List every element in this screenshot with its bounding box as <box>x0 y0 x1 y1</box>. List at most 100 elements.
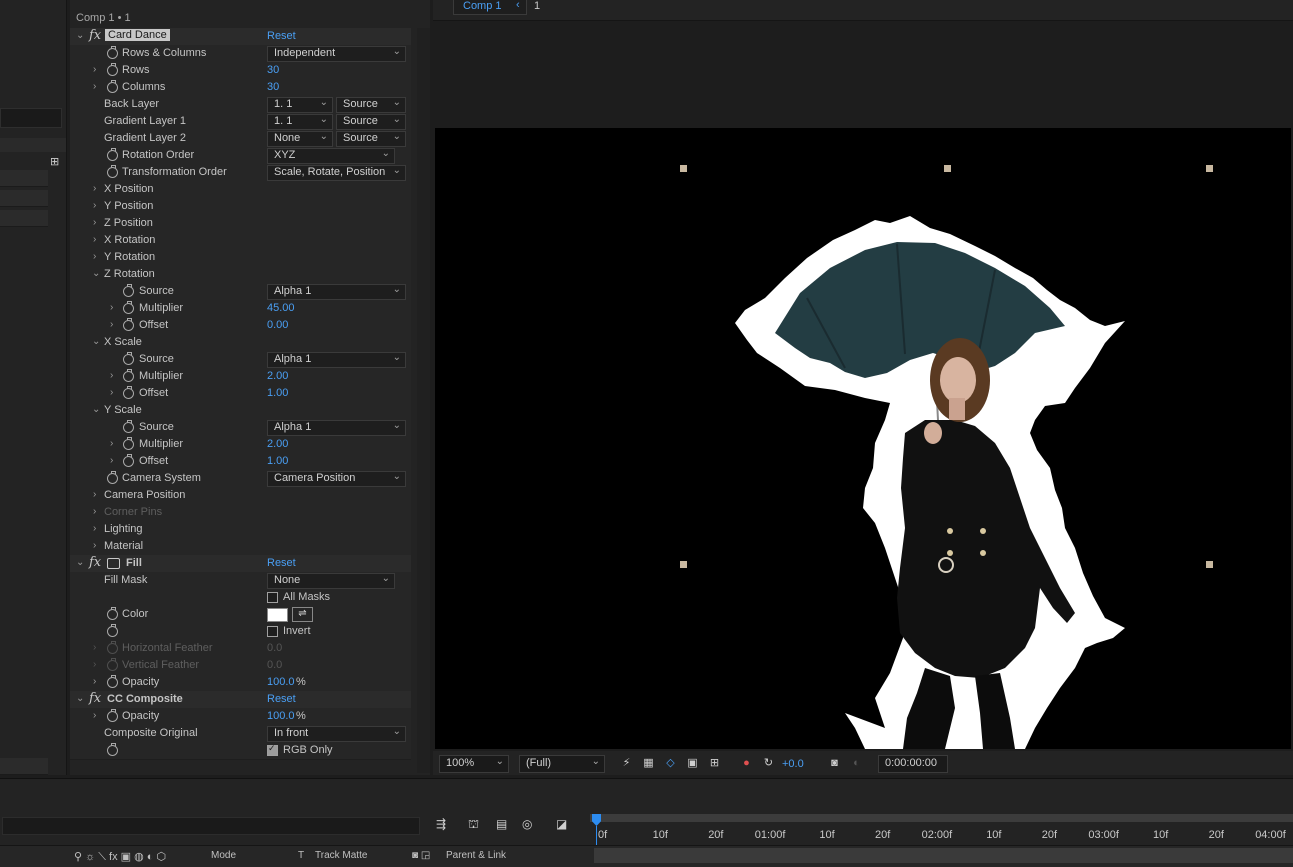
stopwatch-icon[interactable] <box>123 386 134 399</box>
exposure-value[interactable]: +0.0 <box>782 758 804 770</box>
motion-blur-icon[interactable]: ◪ <box>556 817 567 831</box>
invert-checkbox[interactable] <box>267 626 278 637</box>
transform-handle[interactable] <box>944 165 951 172</box>
stopwatch-icon[interactable] <box>123 437 134 450</box>
expand-chevron-icon[interactable]: › <box>93 659 96 670</box>
project-row[interactable] <box>0 170 48 187</box>
stopwatch-icon[interactable] <box>107 743 118 756</box>
expand-chevron-icon[interactable]: › <box>93 183 96 194</box>
stopwatch-icon[interactable] <box>123 420 134 433</box>
fx-icon[interactable]: fx <box>89 555 101 570</box>
resolution-dropdown[interactable]: (Full) ⌄ <box>519 755 605 773</box>
expand-chevron-icon[interactable]: › <box>110 455 113 466</box>
rows-columns-dropdown[interactable]: Independent ⌄ <box>267 46 406 62</box>
reset-button[interactable]: Reset <box>267 693 296 705</box>
collapse-chevron-icon[interactable]: ⌄ <box>76 693 84 704</box>
group-x-scale[interactable]: ⌄ X Scale <box>70 334 411 352</box>
composition-flowchart-icon[interactable]: ⇶ <box>436 817 446 831</box>
reset-button[interactable]: Reset <box>267 30 296 42</box>
stopwatch-icon[interactable] <box>107 675 118 688</box>
gradient-layer-2-dropdown[interactable]: None ⌄ <box>267 131 333 147</box>
group-z-position[interactable]: › Z Position <box>70 215 411 233</box>
expand-chevron-icon[interactable]: › <box>93 81 96 92</box>
x-scale-multiplier-value[interactable]: 2.00 <box>267 370 288 382</box>
stopwatch-icon[interactable] <box>107 63 118 76</box>
expand-chevron-icon[interactable]: › <box>110 370 113 381</box>
fill-mask-dropdown[interactable]: None ⌄ <box>267 573 395 589</box>
y-scale-offset-value[interactable]: 1.00 <box>267 455 288 467</box>
fill-opacity-value[interactable]: 100.0 <box>267 676 295 688</box>
collapse-chevron-icon[interactable]: ⌄ <box>76 30 84 41</box>
collapse-chevron-icon[interactable]: ⌄ <box>92 268 100 279</box>
z-rotation-offset-value[interactable]: 0.00 <box>267 319 288 331</box>
color-channels-icon[interactable]: ● <box>740 757 753 769</box>
expand-chevron-icon[interactable]: › <box>93 506 96 517</box>
transform-handle[interactable] <box>1206 561 1213 568</box>
stopwatch-icon[interactable] <box>123 369 134 382</box>
project-row[interactable] <box>0 210 48 227</box>
expand-chevron-icon[interactable]: › <box>93 540 96 551</box>
x-scale-offset-value[interactable]: 1.00 <box>267 387 288 399</box>
group-y-rotation[interactable]: › Y Rotation <box>70 249 411 267</box>
collapse-chevron-icon[interactable]: ⌄ <box>92 404 100 415</box>
group-corner-pins[interactable]: › Corner Pins <box>70 504 411 522</box>
effect-header-card-dance[interactable]: ⌄ fx Card Dance Reset <box>70 28 411 46</box>
collapse-chevron-icon[interactable]: ⌄ <box>76 557 84 568</box>
reset-button[interactable]: Reset <box>267 557 296 569</box>
solo-switch-icon[interactable]: ⚲ ☼ ⟍ fx ▣ ◍ ◐ ⬡ <box>74 850 166 864</box>
transform-handle[interactable] <box>680 165 687 172</box>
expand-chevron-icon[interactable]: › <box>110 387 113 398</box>
fx-icon[interactable]: fx <box>89 691 101 706</box>
rows-value[interactable]: 30 <box>267 64 279 76</box>
anchor-point-icon[interactable] <box>938 557 954 573</box>
zoom-dropdown[interactable]: 100% ⌄ <box>439 755 509 773</box>
effect-header-fill[interactable]: ⌄ fx Fill Reset <box>70 555 411 573</box>
grid-guides-icon[interactable]: ⊞ <box>708 757 721 769</box>
z-rotation-multiplier-value[interactable]: 45.00 <box>267 302 295 314</box>
stopwatch-icon[interactable] <box>107 148 118 161</box>
eyedropper-icon[interactable]: ⇌ <box>292 607 313 622</box>
collapse-chevron-icon[interactable]: ⌄ <box>92 336 100 347</box>
group-y-position[interactable]: › Y Position <box>70 198 411 216</box>
group-x-rotation[interactable]: › X Rotation <box>70 232 411 250</box>
columns-value[interactable]: 30 <box>267 81 279 93</box>
cc-opacity-value[interactable]: 100.0 <box>267 710 295 722</box>
transform-handle[interactable] <box>1206 165 1213 172</box>
show-snapshot-icon[interactable]: ◐ <box>850 757 863 769</box>
fx-icon[interactable]: fx <box>89 28 101 43</box>
stopwatch-icon[interactable] <box>123 454 134 467</box>
back-layer-dropdown[interactable]: 1. 1 ⌄ <box>267 97 333 113</box>
transparency-grid-icon[interactable]: ▦ <box>642 757 655 769</box>
composition-viewer[interactable] <box>435 128 1291 749</box>
expand-chevron-icon[interactable]: › <box>93 489 96 500</box>
group-z-rotation[interactable]: ⌄ Z Rotation <box>70 266 411 284</box>
group-material[interactable]: › Material <box>70 538 411 556</box>
group-x-position[interactable]: › X Position <box>70 181 411 199</box>
project-search-field[interactable] <box>0 108 62 128</box>
frame-blending-icon[interactable]: ◎ <box>522 817 532 831</box>
expand-chevron-icon[interactable]: › <box>93 251 96 262</box>
tab-comp-1[interactable]: Comp 1 ‹ <box>453 0 527 15</box>
rotation-order-dropdown[interactable]: XYZ ⌄ <box>267 148 395 164</box>
gradient-layer-1-source-dropdown[interactable]: Source ⌄ <box>336 114 406 130</box>
project-row[interactable] <box>0 758 48 775</box>
gradient-layer-2-source-dropdown[interactable]: Source ⌄ <box>336 131 406 147</box>
work-area-bar[interactable] <box>590 814 1293 822</box>
expand-chevron-icon[interactable]: › <box>93 200 96 211</box>
stopwatch-icon[interactable] <box>107 624 118 637</box>
expand-chevron-icon[interactable]: › <box>110 438 113 449</box>
current-time-field[interactable]: 0:00:00:00 <box>878 755 948 773</box>
region-of-interest-icon[interactable]: ▣ <box>686 757 699 769</box>
parent-pickwhip-icon[interactable]: ◙ ◲ <box>412 850 430 861</box>
back-layer-source-dropdown[interactable]: Source ⌄ <box>336 97 406 113</box>
expand-chevron-icon[interactable]: › <box>93 523 96 534</box>
expand-chevron-icon[interactable]: › <box>110 302 113 313</box>
gradient-layer-1-dropdown[interactable]: 1. 1 ⌄ <box>267 114 333 130</box>
color-swatch[interactable] <box>267 608 288 622</box>
reset-exposure-icon[interactable]: ↻ <box>762 757 775 769</box>
group-lighting[interactable]: › Lighting <box>70 521 411 539</box>
y-scale-source-dropdown[interactable]: Alpha 1 ⌄ <box>267 420 406 436</box>
fast-previews-icon[interactable]: ⚡ <box>620 757 633 769</box>
stopwatch-icon[interactable] <box>123 301 134 314</box>
panel-scrollbar[interactable] <box>417 28 430 773</box>
